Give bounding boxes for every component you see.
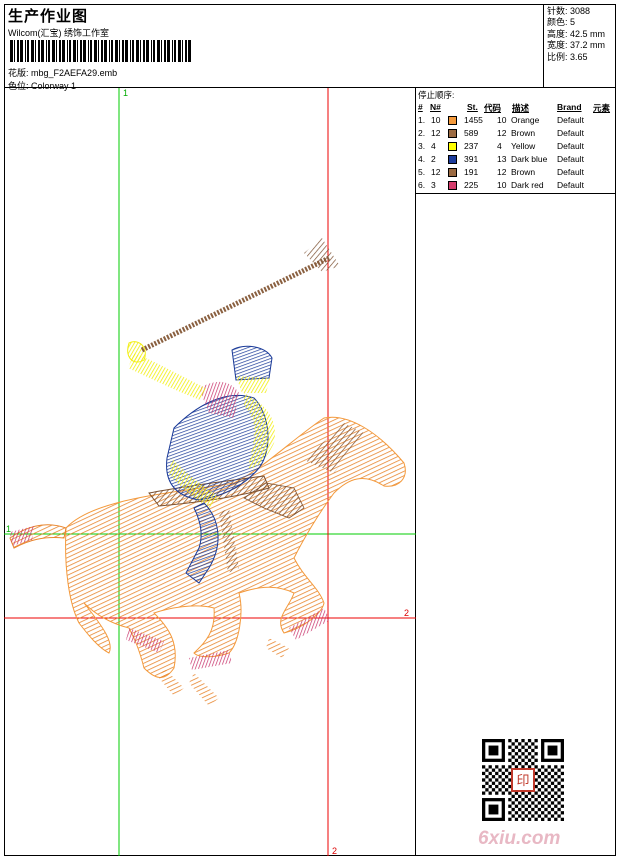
row-needle: 2 bbox=[431, 154, 436, 164]
row-needle: 12 bbox=[431, 167, 441, 177]
row-brand: Default bbox=[557, 180, 584, 190]
row-index: 3. bbox=[418, 141, 426, 151]
guide-label-v2: 2 bbox=[332, 846, 338, 856]
stop-row: 1. 10 1455 10 Orange Default bbox=[416, 115, 616, 127]
row-desc: Dark red bbox=[511, 180, 544, 190]
stop-row: 6. 3 225 10 Dark red Default bbox=[416, 180, 616, 192]
row-needle: 10 bbox=[431, 115, 441, 125]
watermark: 6xiu.com bbox=[478, 828, 561, 849]
color-swatch bbox=[448, 142, 457, 151]
spec-panel: 针数: 3088 颜色: 5 高度: 42.5 mm 宽度: 37.2 mm 比… bbox=[544, 4, 616, 88]
row-brand: Default bbox=[557, 115, 584, 125]
row-code: 12 bbox=[497, 167, 507, 177]
guide-label-h1: 1 bbox=[6, 524, 12, 534]
row-brand: Default bbox=[557, 167, 584, 177]
color-swatch bbox=[448, 155, 457, 164]
stop-row: 3. 4 237 4 Yellow Default bbox=[416, 141, 616, 153]
row-needle: 3 bbox=[431, 180, 436, 190]
spec-scale: 比例: 3.65 bbox=[547, 51, 588, 62]
row-index: 6. bbox=[418, 180, 426, 190]
embroidery-design bbox=[4, 88, 416, 856]
stop-row: 2. 12 589 12 Brown Default bbox=[416, 128, 616, 140]
spec-height: 高度: 42.5 mm bbox=[547, 28, 606, 39]
col-header-n: N# bbox=[430, 102, 441, 112]
row-index: 5. bbox=[418, 167, 426, 177]
spec-stitches: 针数: 3088 bbox=[547, 6, 591, 16]
row-brand: Default bbox=[557, 141, 584, 151]
col-header-index: # bbox=[418, 102, 423, 112]
row-code: 10 bbox=[497, 180, 507, 190]
design-canvas: 1 1 2 2 bbox=[4, 88, 416, 856]
row-stitches: 191 bbox=[464, 167, 479, 177]
row-needle: 12 bbox=[431, 128, 441, 138]
svg-text:印: 印 bbox=[516, 774, 529, 789]
col-header-code: 代码 bbox=[484, 103, 502, 113]
row-stitches: 237 bbox=[464, 141, 479, 151]
row-stitches: 589 bbox=[464, 128, 479, 138]
stop-sequence-panel: 停止顺序: # N# St. 代码 描述 Brand 元素 1. 10 1455 10… bbox=[416, 88, 616, 194]
qr-code: 印 bbox=[482, 739, 564, 821]
file-name-line: 花版: mbg_F2AEFA29.emb bbox=[8, 66, 117, 79]
col-header-stitches: St. bbox=[467, 102, 478, 112]
row-code: 12 bbox=[497, 128, 507, 138]
guide-label-v1: 1 bbox=[123, 88, 129, 98]
row-stitches: 225 bbox=[464, 180, 479, 190]
spec-width: 宽度: 37.2 mm bbox=[547, 40, 606, 51]
row-index: 2. bbox=[418, 128, 426, 138]
row-brand: Default bbox=[557, 154, 584, 164]
guide-label-h2: 2 bbox=[404, 608, 410, 618]
row-index: 1. bbox=[418, 115, 426, 125]
header-info: 生产作业图 Wilcom(汇宝) 绣饰工作室 花版: mbg_F2AEFA29.… bbox=[4, 4, 544, 91]
studio-name: Wilcom(汇宝) 绣饰工作室 bbox=[8, 28, 109, 38]
stop-sequence-title: 停止顺序: bbox=[418, 90, 455, 100]
row-code: 13 bbox=[497, 154, 507, 164]
col-header-brand: Brand bbox=[557, 102, 582, 112]
barcode bbox=[10, 40, 191, 62]
col-header-desc: 描述 bbox=[512, 103, 530, 113]
row-desc: Brown bbox=[511, 167, 536, 177]
color-swatch bbox=[448, 116, 457, 125]
color-swatch bbox=[448, 181, 457, 190]
stop-row: 4. 2 391 13 Dark blue Default bbox=[416, 154, 616, 166]
file-name-label: 花版: bbox=[8, 68, 29, 78]
row-brand: Default bbox=[557, 128, 584, 138]
color-swatch bbox=[448, 129, 457, 138]
row-code: 10 bbox=[497, 115, 507, 125]
stop-row: 5. 12 191 12 Brown Default bbox=[416, 167, 616, 179]
page-title: 生产作业图 bbox=[8, 8, 89, 25]
row-desc: Brown bbox=[511, 128, 536, 138]
row-desc: Orange bbox=[511, 115, 540, 125]
row-needle: 4 bbox=[431, 141, 436, 151]
spec-colors: 颜色: 5 bbox=[547, 17, 576, 28]
color-swatch bbox=[448, 168, 457, 177]
row-index: 4. bbox=[418, 154, 426, 164]
row-stitches: 1455 bbox=[464, 115, 483, 125]
row-stitches: 391 bbox=[464, 154, 479, 164]
file-name: mbg_F2AEFA29.emb bbox=[31, 68, 118, 78]
row-desc: Yellow bbox=[511, 141, 536, 151]
row-code: 4 bbox=[497, 141, 502, 151]
row-desc: Dark blue bbox=[511, 154, 548, 164]
col-header-element: 元素 bbox=[593, 103, 611, 113]
